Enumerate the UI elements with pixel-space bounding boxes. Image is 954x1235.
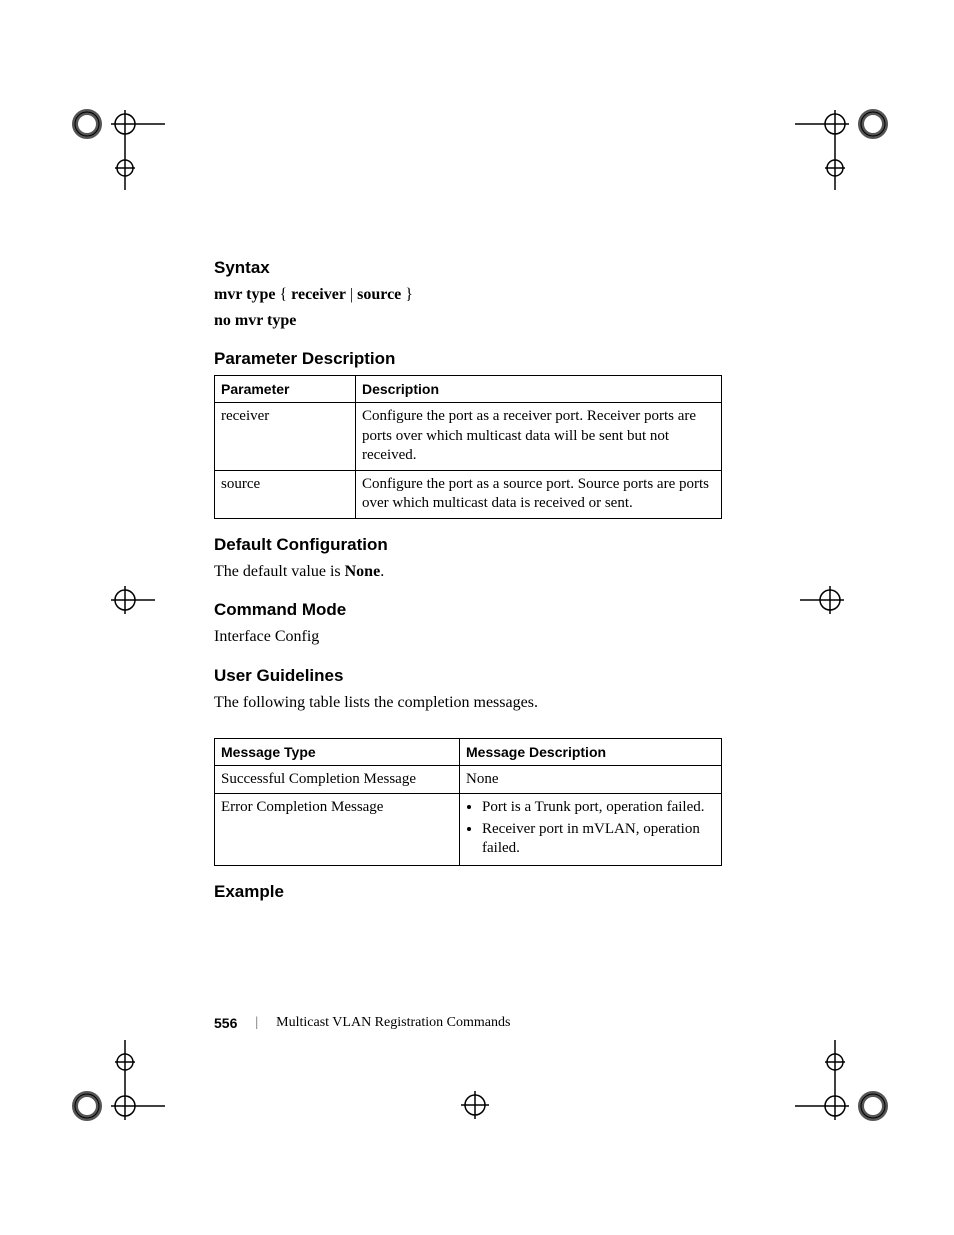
table-header-row: Message Type Message Description	[215, 738, 722, 765]
th-parameter: Parameter	[215, 376, 356, 403]
table-row: receiver Configure the port as a receive…	[215, 403, 722, 471]
list-item: Port is a Trunk port, operation failed.	[482, 798, 715, 818]
command-mode-text: Interface Config	[214, 626, 722, 648]
crop-mark-bottom-right	[780, 1040, 890, 1140]
message-table: Message Type Message Description Success…	[214, 738, 722, 866]
page-number: 556	[214, 1015, 237, 1031]
footer-section-title: Multicast VLAN Registration Commands	[276, 1015, 510, 1031]
table-row: Error Completion Message Port is a Trunk…	[215, 794, 722, 866]
heading-default-configuration: Default Configuration	[214, 535, 722, 555]
heading-example: Example	[214, 882, 722, 902]
page-footer: 556 | Multicast VLAN Registration Comman…	[214, 1015, 510, 1031]
footer-divider: |	[255, 1015, 258, 1031]
heading-user-guidelines: User Guidelines	[214, 666, 722, 686]
user-guidelines-text: The following table lists the completion…	[214, 692, 722, 714]
parameter-table: Parameter Description receiver Configure…	[214, 375, 722, 519]
cell-msgdesc: Port is a Trunk port, operation failed. …	[460, 794, 722, 866]
page-content: Syntax mvr type { receiver | source } no…	[214, 258, 722, 908]
th-message-description: Message Description	[460, 738, 722, 765]
cell-msgtype: Successful Completion Message	[215, 765, 460, 794]
table-row: source Configure the port as a source po…	[215, 470, 722, 518]
syntax-line-2: no mvr type	[214, 310, 722, 332]
heading-syntax: Syntax	[214, 258, 722, 278]
crop-mark-top-right	[780, 90, 890, 190]
crop-mark-bottom-left	[70, 1040, 170, 1140]
cell-msgtype: Error Completion Message	[215, 794, 460, 866]
crop-mark-bottom-center	[440, 1080, 510, 1130]
crop-mark-top-left	[70, 90, 170, 190]
cell-desc: Configure the port as a source port. Sou…	[356, 470, 722, 518]
syntax-cmd: mvr type	[214, 286, 275, 303]
cell-param: receiver	[215, 403, 356, 471]
crop-mark-mid-left	[90, 570, 160, 630]
cell-param: source	[215, 470, 356, 518]
table-row: Successful Completion Message None	[215, 765, 722, 794]
heading-command-mode: Command Mode	[214, 600, 722, 620]
th-message-type: Message Type	[215, 738, 460, 765]
list-item: Receiver port in mVLAN, operation failed…	[482, 820, 715, 859]
heading-parameter-description: Parameter Description	[214, 349, 722, 369]
syntax-line-1: mvr type { receiver | source }	[214, 284, 722, 306]
cell-msgdesc: None	[460, 765, 722, 794]
th-description: Description	[356, 376, 722, 403]
crop-mark-mid-right	[795, 570, 865, 630]
table-header-row: Parameter Description	[215, 376, 722, 403]
default-config-text: The default value is None.	[214, 561, 722, 583]
cell-desc: Configure the port as a receiver port. R…	[356, 403, 722, 471]
